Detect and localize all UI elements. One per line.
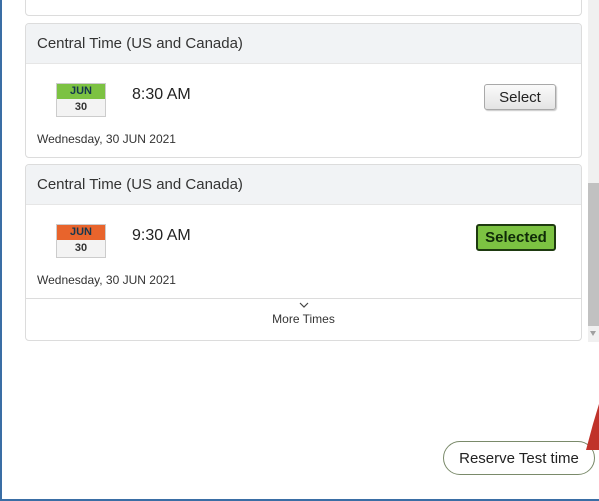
select-button[interactable]: Select (484, 84, 556, 110)
more-times-button[interactable]: More Times (25, 298, 582, 341)
calendar-month: JUN (57, 84, 105, 99)
time-slot-card: Central Time (US and Canada) JUN 30 9:30… (25, 164, 582, 300)
slot-body: JUN 30 9:30 AM Selected Wednesday, 30 JU… (26, 205, 581, 299)
more-times-label: More Times (272, 312, 335, 326)
slot-body: JUN 30 8:30 AM Select Wednesday, 30 JUN … (26, 64, 581, 157)
slot-date: Wednesday, 30 JUN 2021 (37, 273, 176, 287)
time-slot-card: Central Time (US and Canada) JUN 30 8:30… (25, 23, 582, 158)
timezone-label: Central Time (US and Canada) (37, 35, 243, 52)
timezone-header: Central Time (US and Canada) (26, 24, 581, 64)
calendar-day: 30 (57, 99, 105, 116)
annotation-arrow-icon (586, 404, 599, 450)
calendar-date-icon: JUN 30 (56, 83, 106, 117)
slot-date: Wednesday, 30 JUN 2021 (37, 132, 176, 146)
previous-slot-card (25, 0, 582, 16)
scrollbar[interactable] (588, 0, 599, 342)
calendar-date-icon: JUN 30 (56, 224, 106, 258)
scroll-down-arrow-icon[interactable] (590, 331, 596, 336)
chevron-down-icon (299, 302, 308, 308)
slot-time: 9:30 AM (132, 227, 191, 244)
calendar-month: JUN (57, 225, 105, 240)
slot-time: 8:30 AM (132, 86, 191, 103)
timezone-label: Central Time (US and Canada) (37, 176, 243, 193)
selected-button[interactable]: Selected (476, 224, 556, 251)
scrollbar-thumb[interactable] (588, 183, 599, 326)
timezone-header: Central Time (US and Canada) (26, 165, 581, 205)
reserve-test-time-button[interactable]: Reserve Test time (443, 441, 595, 475)
calendar-day: 30 (57, 240, 105, 257)
